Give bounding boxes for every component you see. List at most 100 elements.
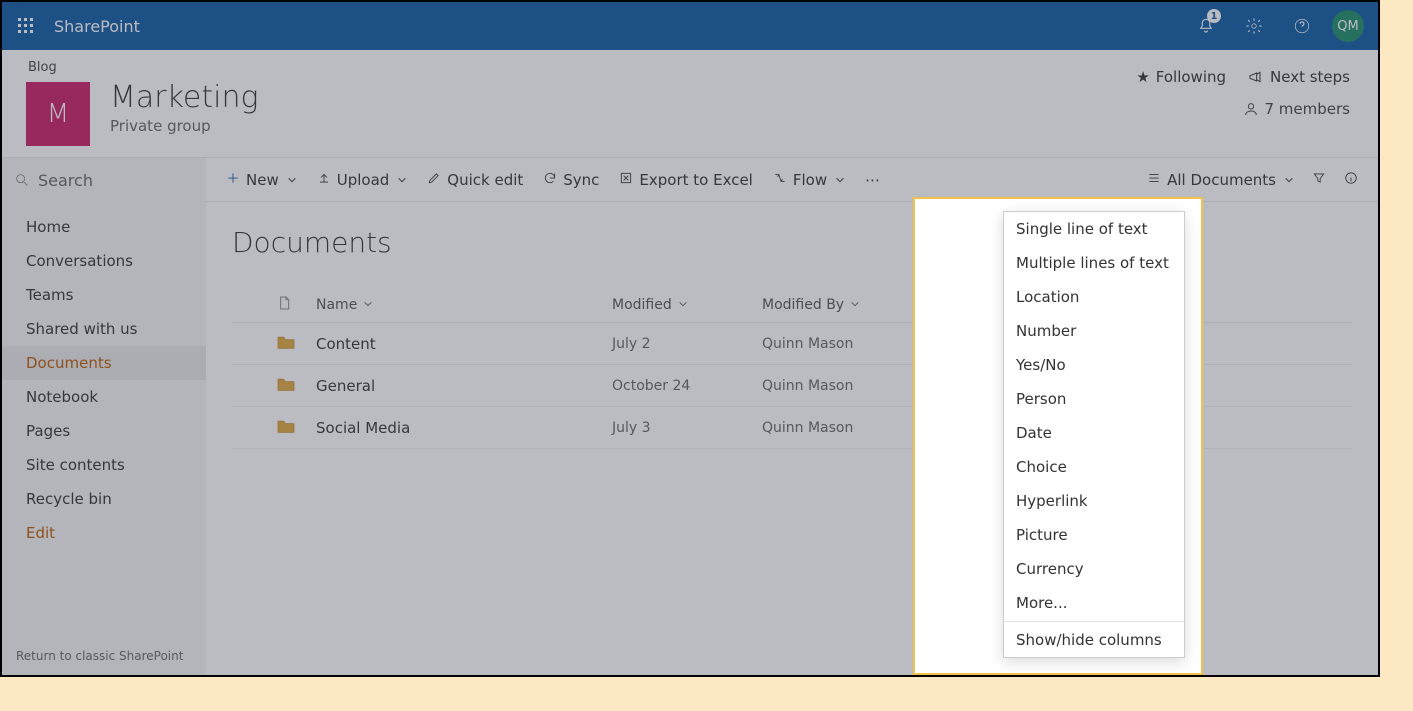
add-column-option[interactable]: Person (1004, 382, 1184, 416)
add-column-option[interactable]: Currency (1004, 552, 1184, 586)
column-type-icon[interactable] (232, 293, 316, 317)
add-column-option[interactable]: Location (1004, 280, 1184, 314)
sync-icon (543, 171, 557, 189)
add-column-option[interactable]: Yes/No (1004, 348, 1184, 382)
ellipsis-icon: ⋯ (865, 171, 880, 189)
more-button[interactable]: ⋯ (865, 171, 880, 189)
folder-icon (276, 334, 296, 350)
nav-item-pages[interactable]: Pages (2, 414, 206, 448)
user-avatar[interactable]: QM (1332, 10, 1364, 42)
nav-item-notebook[interactable]: Notebook (2, 380, 206, 414)
nav-item-shared-with-us[interactable]: Shared with us (2, 312, 206, 346)
nav-item-edit[interactable]: Edit (2, 516, 206, 550)
add-column-option[interactable]: Date (1004, 416, 1184, 450)
members-label: 7 members (1265, 100, 1351, 118)
folder-icon (276, 376, 296, 392)
help-button[interactable] (1278, 2, 1326, 50)
nav-item-recycle-bin[interactable]: Recycle bin (2, 482, 206, 516)
notification-badge: 1 (1207, 9, 1221, 23)
column-name-header[interactable]: Name (316, 297, 612, 313)
add-column-option[interactable]: Single line of text (1004, 212, 1184, 246)
row-modified: October 24 (612, 378, 762, 394)
filter-button[interactable] (1312, 171, 1326, 189)
add-column-option[interactable]: Multiple lines of text (1004, 246, 1184, 280)
following-button[interactable]: ★ Following (1136, 68, 1226, 86)
row-modified: July 3 (612, 420, 762, 436)
site-logo[interactable]: M (26, 82, 90, 146)
star-icon: ★ (1136, 68, 1149, 86)
add-column-menu: Single line of textMultiple lines of tex… (1003, 211, 1185, 658)
quick-edit-button[interactable]: Quick edit (427, 171, 523, 189)
left-navigation: Search HomeConversationsTeamsShared with… (2, 158, 206, 675)
menu-separator (1004, 621, 1184, 622)
chevron-down-icon (850, 297, 860, 313)
return-classic-link[interactable]: Return to classic SharePoint (2, 637, 206, 675)
app-launcher-icon[interactable] (10, 10, 42, 42)
nav-item-site-contents[interactable]: Site contents (2, 448, 206, 482)
notifications-button[interactable]: 1 (1182, 2, 1230, 50)
row-icon-cell (232, 334, 316, 354)
row-name: Content (316, 335, 612, 353)
chevron-down-icon (678, 297, 688, 313)
nav-item-documents[interactable]: Documents (2, 346, 206, 380)
next-steps-label: Next steps (1270, 68, 1350, 86)
nav-item-conversations[interactable]: Conversations (2, 244, 206, 278)
row-name: Social Media (316, 419, 612, 437)
add-column-option[interactable]: Show/hide columns (1004, 623, 1184, 657)
column-modified-header[interactable]: Modified (612, 297, 762, 313)
upload-icon (317, 171, 331, 189)
site-header: Blog M Marketing Private group ★ Followi… (2, 50, 1378, 158)
view-selector[interactable]: All Documents (1147, 171, 1294, 189)
brand-label[interactable]: SharePoint (54, 17, 140, 36)
row-modified: July 2 (612, 336, 762, 352)
chevron-down-icon (363, 297, 373, 313)
nav-item-home[interactable]: Home (2, 210, 206, 244)
suite-bar: SharePoint 1 QM (2, 2, 1378, 50)
row-modified-by: Quinn Mason (762, 336, 912, 352)
megaphone-icon (1248, 69, 1264, 85)
site-subtitle: Private group (110, 117, 258, 135)
chevron-down-icon (835, 171, 845, 189)
column-modifiedby-header[interactable]: Modified By (762, 297, 912, 313)
sync-button[interactable]: Sync (543, 171, 599, 189)
search-icon (14, 172, 30, 188)
add-column-option[interactable]: More... (1004, 586, 1184, 620)
add-column-option[interactable]: Picture (1004, 518, 1184, 552)
info-button[interactable] (1344, 171, 1358, 189)
new-button[interactable]: New (226, 171, 297, 189)
members-button[interactable]: 7 members (1243, 100, 1351, 118)
row-modified-by: Quinn Mason (762, 378, 912, 394)
excel-icon (619, 171, 633, 189)
search-input[interactable]: Search (2, 158, 206, 202)
chevron-down-icon (1284, 171, 1294, 189)
row-name: General (316, 377, 612, 395)
site-title: Marketing (110, 80, 258, 115)
person-icon (1243, 101, 1259, 117)
add-column-option[interactable]: Number (1004, 314, 1184, 348)
pencil-icon (427, 171, 441, 189)
chevron-down-icon (287, 171, 297, 189)
chevron-down-icon (397, 171, 407, 189)
list-icon (1147, 171, 1161, 189)
add-column-option[interactable]: Choice (1004, 450, 1184, 484)
site-category[interactable]: Blog (28, 60, 57, 75)
info-icon (1344, 171, 1358, 189)
flow-button[interactable]: Flow (773, 171, 845, 189)
following-label: Following (1156, 68, 1226, 86)
nav-item-teams[interactable]: Teams (2, 278, 206, 312)
next-steps-button[interactable]: Next steps (1248, 68, 1350, 86)
file-icon (276, 293, 292, 313)
row-modified-by: Quinn Mason (762, 420, 912, 436)
upload-button[interactable]: Upload (317, 171, 408, 189)
flow-icon (773, 171, 787, 189)
folder-icon (276, 418, 296, 434)
search-placeholder: Search (38, 171, 93, 190)
add-column-option[interactable]: Hyperlink (1004, 484, 1184, 518)
plus-icon (226, 171, 240, 189)
filter-icon (1312, 171, 1326, 189)
command-bar: New Upload Quick edit Sync (206, 158, 1378, 202)
export-excel-button[interactable]: Export to Excel (619, 171, 752, 189)
settings-button[interactable] (1230, 2, 1278, 50)
row-icon-cell (232, 376, 316, 396)
row-icon-cell (232, 418, 316, 438)
